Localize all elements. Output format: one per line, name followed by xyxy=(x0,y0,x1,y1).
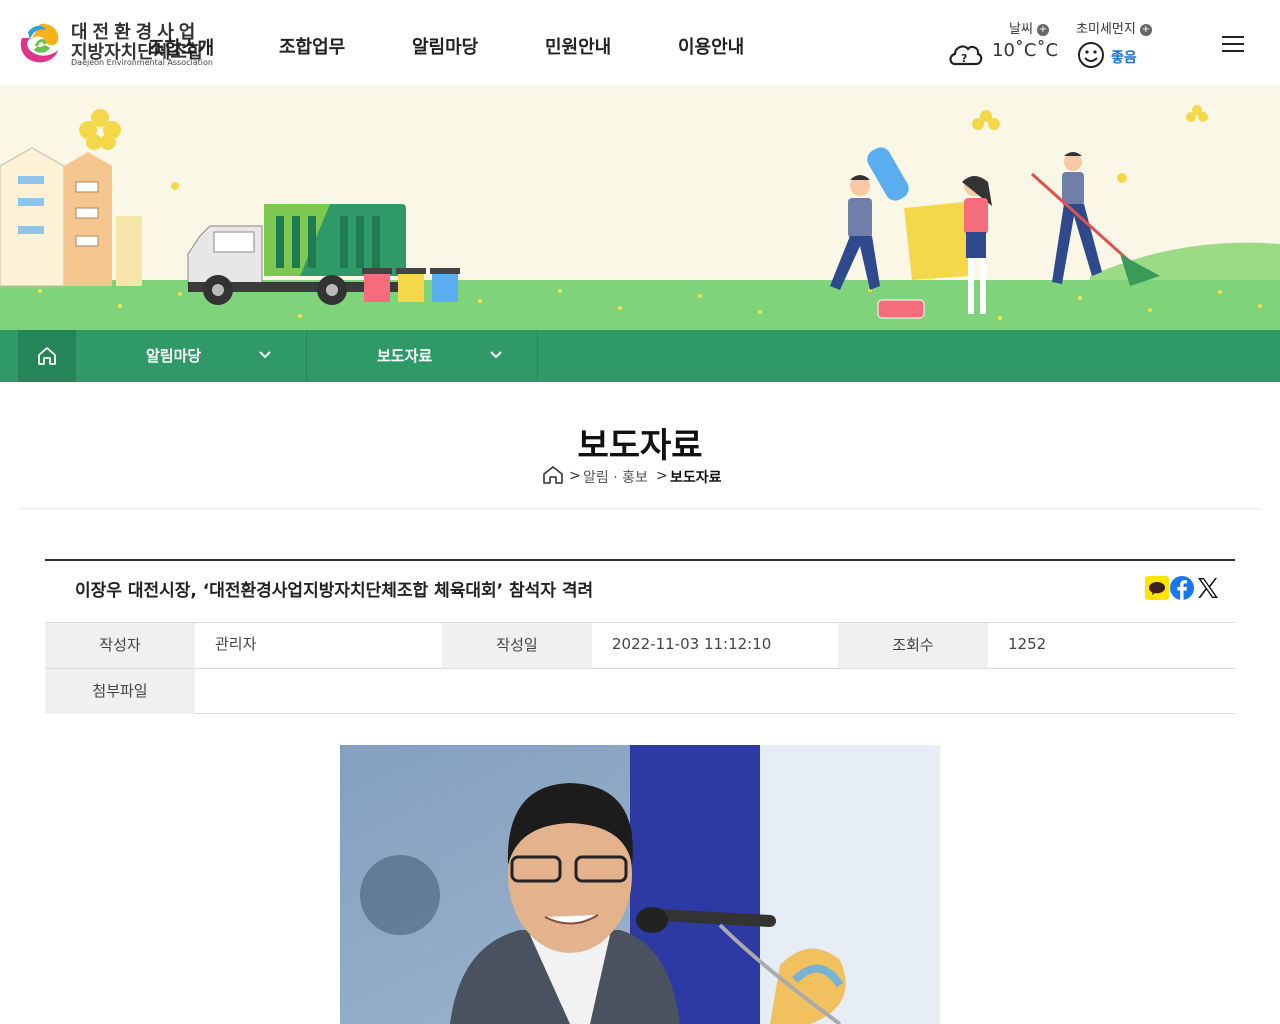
gnb-item-work[interactable]: 조합업무 xyxy=(279,33,345,59)
author-label: 작성자 xyxy=(45,623,195,668)
article-photo xyxy=(340,745,940,1024)
chevron-down-icon xyxy=(490,351,502,359)
x-twitter-icon[interactable] xyxy=(1196,576,1220,600)
facebook-icon[interactable] xyxy=(1170,576,1194,600)
gnb-item-about[interactable]: 조합소개 xyxy=(148,34,214,60)
gnb-item-guide[interactable]: 이용안내 xyxy=(678,33,744,59)
date-value: 2022-11-03 11:12:10 xyxy=(612,635,772,653)
breadcrumb-item[interactable]: 알림 · 홍보 xyxy=(583,467,648,487)
logo-mark-icon xyxy=(20,23,59,63)
dust-label: 초미세먼지 xyxy=(1076,22,1136,37)
dust-status: 좋음 xyxy=(1111,50,1137,66)
speaker-photo xyxy=(340,745,940,1024)
temperature-value: 10˚C˚C xyxy=(992,40,1059,61)
smile-face-icon xyxy=(1078,42,1104,68)
dust-more-icon[interactable]: + xyxy=(1139,23,1152,36)
article-attachment-row: 첨부파일 xyxy=(45,668,1235,714)
gnb-item-civil[interactable]: 민원안내 xyxy=(545,33,611,59)
subnav-level2-label: 보도자료 xyxy=(377,347,433,365)
site-header: 대전환경사업 지방자치단체조합 Daejeon Environmental As… xyxy=(0,0,1280,86)
author-value: 관리자 xyxy=(215,635,257,653)
page-title: 보도자료 xyxy=(577,426,703,466)
sub-navigation: 알림마당 보도자료 xyxy=(0,330,1280,382)
svg-text:?: ? xyxy=(961,52,967,65)
breadcrumb-current: 보도자료 xyxy=(670,470,722,486)
home-icon[interactable] xyxy=(542,465,564,485)
article-top-border xyxy=(45,559,1235,561)
subnav-level2-dropdown[interactable]: 보도자료 xyxy=(307,330,537,382)
weather-widget[interactable]: 날씨 + xyxy=(1009,18,1049,37)
hamburger-menu-icon[interactable] xyxy=(1222,36,1244,54)
attachment-label: 첨부파일 xyxy=(45,669,195,714)
dust-widget[interactable]: 초미세먼지 + xyxy=(1076,18,1152,37)
hero-banner xyxy=(0,86,1280,330)
subnav-divider xyxy=(537,330,538,382)
cloud-question-icon: ? xyxy=(949,45,983,66)
gnb-item-notice[interactable]: 알림마당 xyxy=(412,33,478,59)
weather-label: 날씨 xyxy=(1009,22,1033,37)
breadcrumb-separator: > xyxy=(656,468,668,484)
recycling-illustration xyxy=(0,105,1280,330)
chevron-down-icon xyxy=(259,351,271,359)
home-icon xyxy=(38,347,56,365)
views-label: 조회수 xyxy=(838,623,988,668)
article-title: 이장우 대전시장, ‘대전환경사업지방자치단체조합 체육대회’ 참석자 격려 xyxy=(75,581,594,601)
divider xyxy=(20,508,1260,509)
weather-more-icon[interactable]: + xyxy=(1036,23,1049,36)
subnav-level1-dropdown[interactable]: 알림마당 xyxy=(76,330,306,382)
views-value: 1252 xyxy=(1008,635,1047,653)
kakaotalk-icon[interactable] xyxy=(1145,576,1169,600)
subnav-level1-label: 알림마당 xyxy=(146,347,202,365)
subnav-home-button[interactable] xyxy=(18,330,76,382)
article-meta-row: 작성자 관리자 작성일 2022-11-03 11:12:10 조회수 1252 xyxy=(45,622,1235,668)
date-label: 작성일 xyxy=(442,623,592,668)
breadcrumb-separator: > xyxy=(569,468,581,484)
